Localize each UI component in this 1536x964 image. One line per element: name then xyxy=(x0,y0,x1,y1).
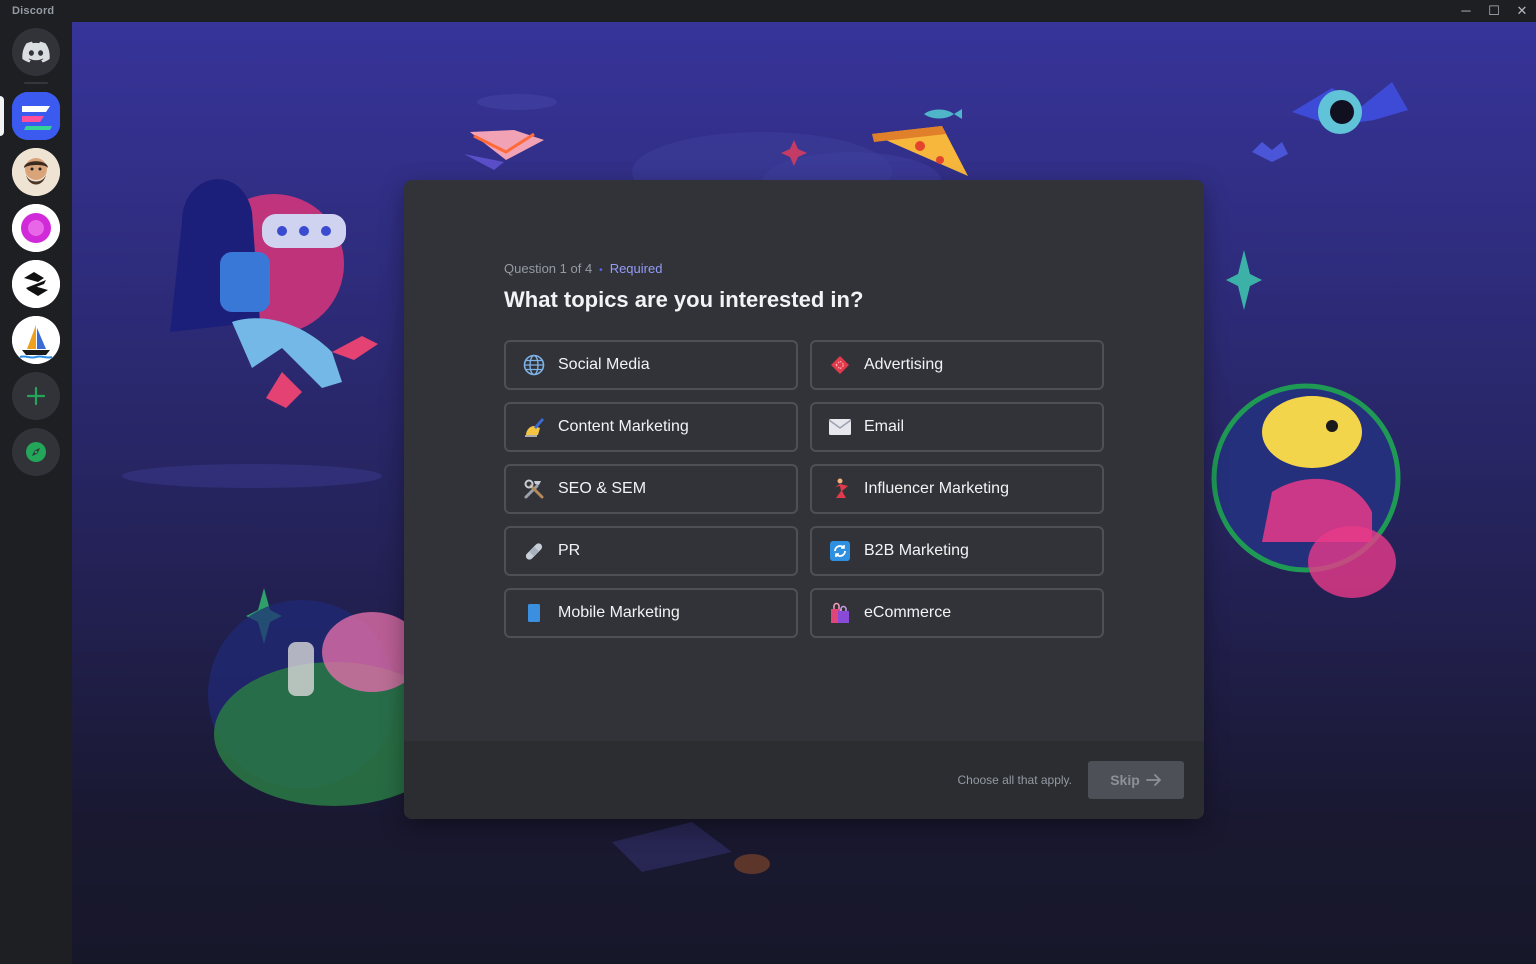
option-social-media[interactable]: Social Media xyxy=(504,340,798,390)
server-icon-5[interactable] xyxy=(12,316,60,364)
option-ecommerce[interactable]: eCommerce xyxy=(810,588,1104,638)
rail-separator xyxy=(24,82,48,84)
question-counter: Question 1 of 4 xyxy=(504,261,593,276)
skip-label: Skip xyxy=(1110,772,1140,788)
option-label: Advertising xyxy=(864,356,944,373)
server-sidebar xyxy=(0,22,72,964)
writing-hand-icon xyxy=(522,415,546,439)
minimize-button[interactable]: ─ xyxy=(1452,0,1480,22)
pink-circle-icon xyxy=(12,204,60,252)
shopping-bags-icon xyxy=(828,601,852,625)
question-meta: Question 1 of 4 • Required xyxy=(504,261,662,276)
close-button[interactable]: ✕ xyxy=(1508,0,1536,22)
option-influencer-marketing[interactable]: Influencer Marketing xyxy=(810,464,1104,514)
selected-server-indicator xyxy=(0,96,4,136)
envelope-icon xyxy=(828,415,852,439)
option-mobile-marketing[interactable]: Mobile Marketing xyxy=(504,588,798,638)
plus-icon xyxy=(26,386,46,406)
option-label: Email xyxy=(864,418,905,435)
option-seo-sem[interactable]: SEO & SEM xyxy=(504,464,798,514)
onboarding-stage: Question 1 of 4 • Required What topics are… xyxy=(72,22,1536,964)
option-label: Influencer Marketing xyxy=(864,480,1009,497)
server-icon-3[interactable] xyxy=(12,204,60,252)
sailboat-icon xyxy=(12,316,60,364)
option-advertising[interactable]: Advertising xyxy=(810,340,1104,390)
option-b2b-marketing[interactable]: B2B Marketing xyxy=(810,526,1104,576)
option-label: PR xyxy=(558,542,581,559)
skip-button[interactable]: Skip xyxy=(1088,761,1184,799)
arrows-cycle-icon xyxy=(828,539,852,563)
meta-separator-dot: • xyxy=(599,265,603,276)
arrow-right-icon xyxy=(1145,774,1161,786)
home-button[interactable] xyxy=(12,28,60,76)
bearded-avatar-icon xyxy=(12,148,60,196)
discord-logo-icon xyxy=(22,41,50,63)
option-label: SEO & SEM xyxy=(558,480,647,497)
option-email[interactable]: Email xyxy=(810,402,1104,452)
explore-servers-button[interactable] xyxy=(12,428,60,476)
option-label: Social Media xyxy=(558,356,650,373)
server-icon-2[interactable] xyxy=(12,148,60,196)
option-label: Mobile Marketing xyxy=(558,604,680,621)
maximize-button[interactable]: ☐ xyxy=(1480,0,1508,22)
app-title: Discord xyxy=(12,5,55,17)
option-label: B2B Marketing xyxy=(864,542,969,559)
bandage-icon xyxy=(522,539,546,563)
hammer-wrench-icon xyxy=(522,477,546,501)
add-server-button[interactable] xyxy=(12,372,60,420)
option-content-marketing[interactable]: Content Marketing xyxy=(504,402,798,452)
stripes-logo-icon xyxy=(12,92,60,140)
compass-icon xyxy=(26,442,46,462)
server-icon-4[interactable] xyxy=(12,260,60,308)
option-pr[interactable]: PR xyxy=(504,526,798,576)
option-label: eCommerce xyxy=(864,604,952,621)
dialog-footer: Choose all that apply. Skip xyxy=(404,741,1204,819)
question-title: What topics are you interested in? xyxy=(504,287,864,312)
ticket-icon xyxy=(828,353,852,377)
onboarding-dialog: Question 1 of 4 • Required What topics are… xyxy=(404,180,1204,819)
globe-icon xyxy=(522,353,546,377)
required-label: Required xyxy=(609,261,663,276)
choose-all-hint: Choose all that apply. xyxy=(957,773,1072,787)
dancer-icon xyxy=(828,477,852,501)
swirl-logo-icon xyxy=(12,260,60,308)
title-bar: Discord ─ ☐ ✕ xyxy=(0,0,1536,22)
option-label: Content Marketing xyxy=(558,418,689,435)
phone-icon xyxy=(522,601,546,625)
server-icon-1[interactable] xyxy=(12,92,60,140)
